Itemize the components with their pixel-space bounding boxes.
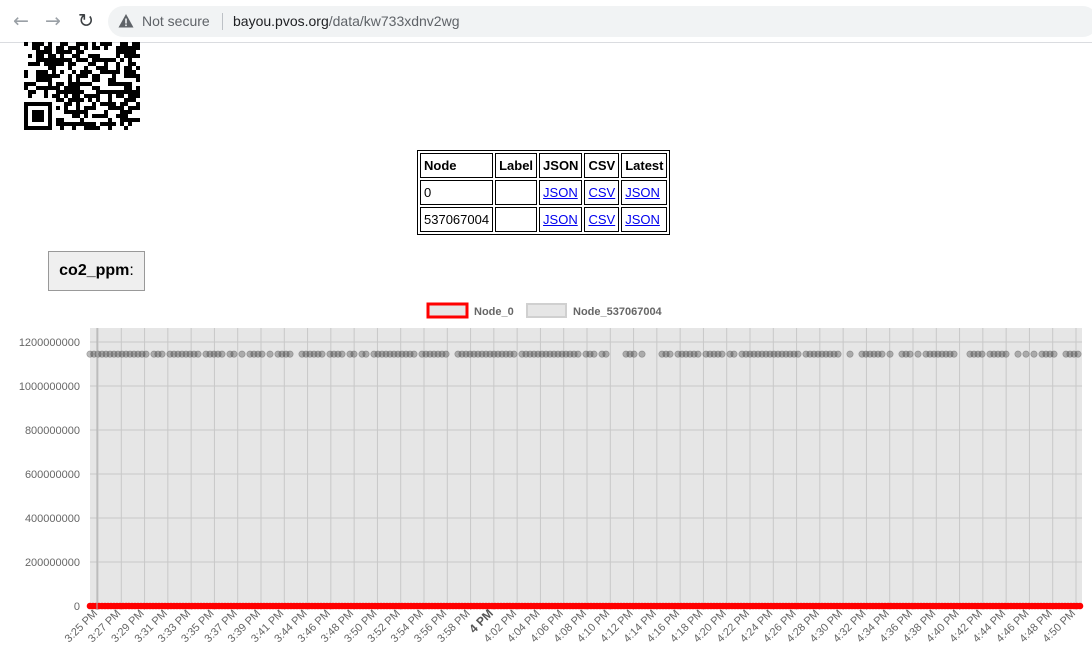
data-point-node-537067004[interactable] bbox=[158, 350, 166, 358]
plot-area bbox=[90, 328, 1082, 605]
data-point-node-537067004[interactable] bbox=[794, 350, 802, 358]
browser-toolbar: ← → ↻ Not secure bayou.pvos.org/data/kw7… bbox=[0, 0, 1092, 43]
x-axis-ticks: 3:25 PM3:27 PM3:29 PM3:31 PM3:33 PM3:35 … bbox=[63, 606, 1078, 645]
data-point-node-537067004[interactable] bbox=[510, 350, 518, 358]
series-node-537067004 bbox=[86, 350, 1082, 358]
csv-cell: CSV bbox=[584, 180, 620, 205]
header-csv: CSV bbox=[584, 153, 620, 178]
csv-link[interactable]: CSV bbox=[588, 212, 615, 227]
csv-link[interactable]: CSV bbox=[588, 185, 615, 200]
data-point-node-537067004[interactable] bbox=[410, 350, 418, 358]
data-point-node-537067004[interactable] bbox=[590, 350, 598, 358]
data-point-node-537067004[interactable] bbox=[230, 350, 238, 358]
warning-icon[interactable] bbox=[118, 13, 134, 29]
data-point-node-537067004[interactable] bbox=[906, 350, 914, 358]
forward-arrow-icon[interactable]: → bbox=[42, 10, 64, 32]
reload-icon[interactable]: ↻ bbox=[75, 10, 97, 32]
data-point-node-537067004[interactable] bbox=[730, 350, 738, 358]
table-header-row: Node Label JSON CSV Latest bbox=[420, 153, 668, 178]
security-label[interactable]: Not secure bbox=[142, 13, 210, 29]
node-id-cell: 537067004 bbox=[420, 207, 494, 232]
table-row: 0 JSON CSV JSON bbox=[420, 180, 668, 205]
json-cell: JSON bbox=[539, 207, 583, 232]
data-point-node-537067004[interactable] bbox=[1050, 350, 1058, 358]
header-label: Label bbox=[495, 153, 538, 178]
y-tick-label: 200000000 bbox=[25, 557, 80, 569]
back-arrow-icon[interactable]: ← bbox=[10, 10, 32, 32]
data-point-node-537067004[interactable] bbox=[338, 350, 346, 358]
data-point-node-537067004[interactable] bbox=[258, 350, 266, 358]
qr-code-image bbox=[24, 42, 140, 130]
chart-legend[interactable]: Node_0 Node_537067004 bbox=[426, 302, 663, 319]
data-point-node-537067004[interactable] bbox=[194, 350, 202, 358]
field-name-box: co2_ppm: bbox=[48, 251, 145, 291]
data-point-node-537067004[interactable] bbox=[286, 350, 294, 358]
data-point-node-537067004[interactable] bbox=[266, 350, 274, 358]
legend-label-node-0[interactable]: Node_0 bbox=[474, 306, 514, 318]
header-latest: Latest bbox=[621, 153, 668, 178]
url-text[interactable]: bayou.pvos.org/data/kw733xdnv2wg bbox=[233, 13, 460, 29]
data-point-node-537067004[interactable] bbox=[1022, 350, 1030, 358]
latest-json-link[interactable]: JSON bbox=[625, 185, 660, 200]
data-point-node-537067004[interactable] bbox=[350, 350, 358, 358]
data-point-node-537067004[interactable] bbox=[630, 350, 638, 358]
co2-chart: Node_0 Node_537067004 0 200000000 40000000… bbox=[19, 302, 1084, 645]
legend-label-node-537067004[interactable]: Node_537067004 bbox=[573, 306, 663, 318]
header-json: JSON bbox=[539, 153, 583, 178]
url-host: bayou.pvos.org bbox=[233, 13, 329, 29]
data-point-node-537067004[interactable] bbox=[142, 350, 150, 358]
header-node: Node bbox=[420, 153, 494, 178]
data-point-node-537067004[interactable] bbox=[878, 350, 886, 358]
y-axis-ticks: 0 200000000 400000000 600000000 800000000 100… bbox=[19, 337, 80, 613]
latest-json-link[interactable]: JSON bbox=[625, 212, 660, 227]
data-point-node-537067004[interactable] bbox=[1014, 350, 1022, 358]
y-tick-label: 0 bbox=[74, 601, 80, 613]
data-point-node-537067004[interactable] bbox=[886, 350, 894, 358]
node-id-cell: 0 bbox=[420, 180, 494, 205]
data-point-node-537067004[interactable] bbox=[718, 350, 726, 358]
json-link[interactable]: JSON bbox=[543, 185, 578, 200]
data-point-node-537067004[interactable] bbox=[1002, 350, 1010, 358]
csv-cell: CSV bbox=[584, 207, 620, 232]
label-cell bbox=[495, 207, 538, 232]
y-tick-label: 1200000000 bbox=[19, 337, 80, 349]
data-point-node-537067004[interactable] bbox=[1074, 350, 1082, 358]
label-cell bbox=[495, 180, 538, 205]
field-name: co2_ppm bbox=[59, 262, 130, 279]
latest-cell: JSON bbox=[621, 180, 668, 205]
y-tick-label: 400000000 bbox=[25, 513, 80, 525]
data-point-node-537067004[interactable] bbox=[694, 350, 702, 358]
json-link[interactable]: JSON bbox=[543, 212, 578, 227]
y-tick-label: 1000000000 bbox=[19, 381, 80, 393]
data-point-node-537067004[interactable] bbox=[238, 350, 246, 358]
series-node-0 bbox=[86, 602, 1084, 610]
field-suffix: : bbox=[129, 262, 134, 279]
json-cell: JSON bbox=[539, 180, 583, 205]
data-point-node-537067004[interactable] bbox=[950, 350, 958, 358]
data-point-node-537067004[interactable] bbox=[1030, 350, 1038, 358]
legend-swatch-node-0[interactable] bbox=[426, 302, 469, 319]
data-point-node-537067004[interactable] bbox=[834, 350, 842, 358]
legend-swatch-node-537067004[interactable] bbox=[526, 303, 567, 318]
data-point-node-537067004[interactable] bbox=[666, 350, 674, 358]
data-point-node-537067004[interactable] bbox=[318, 350, 326, 358]
latest-cell: JSON bbox=[621, 207, 668, 232]
data-point-node-537067004[interactable] bbox=[218, 350, 226, 358]
data-point-node-537067004[interactable] bbox=[362, 350, 370, 358]
data-point-node-537067004[interactable] bbox=[846, 350, 854, 358]
data-point-node-537067004[interactable] bbox=[978, 350, 986, 358]
data-point-node-537067004[interactable] bbox=[574, 350, 582, 358]
y-tick-label: 600000000 bbox=[25, 469, 80, 481]
table-row: 537067004 JSON CSV JSON bbox=[420, 207, 668, 232]
data-point-node-0[interactable] bbox=[1076, 602, 1084, 610]
y-tick-label: 800000000 bbox=[25, 425, 80, 437]
nodes-table: Node Label JSON CSV Latest 0 JSON CSV JS… bbox=[417, 150, 671, 235]
url-path: /data/kw733xdnv2wg bbox=[328, 13, 460, 29]
data-point-node-537067004[interactable] bbox=[602, 350, 610, 358]
address-bar[interactable]: Not secure bayou.pvos.org/data/kw733xdnv… bbox=[108, 6, 1092, 37]
omnibox-divider bbox=[222, 13, 223, 30]
data-point-node-537067004[interactable] bbox=[914, 350, 922, 358]
data-point-node-537067004[interactable] bbox=[638, 350, 646, 358]
data-point-node-537067004[interactable] bbox=[442, 350, 450, 358]
